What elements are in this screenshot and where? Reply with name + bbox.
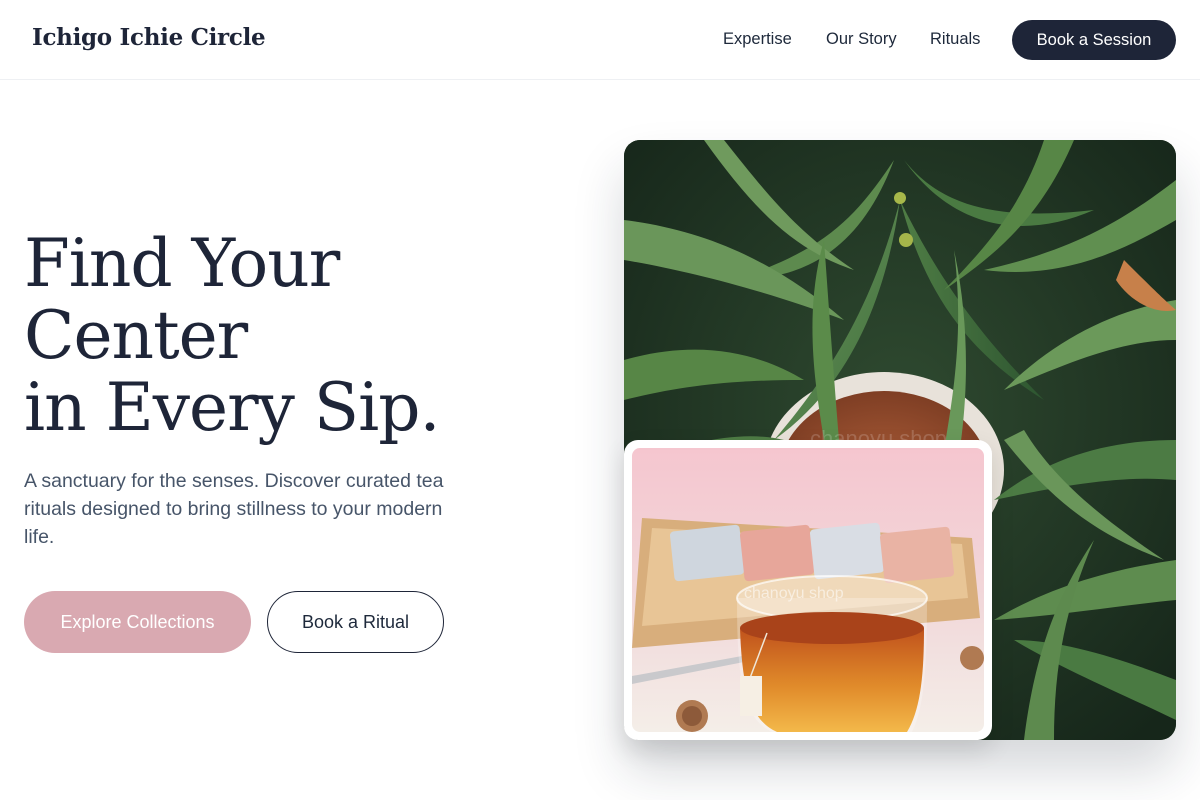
- hero-subtitle: A sanctuary for the senses. Discover cur…: [24, 470, 444, 548]
- explore-collections-button[interactable]: Explore Collections: [24, 591, 251, 653]
- nav-link-our-story[interactable]: Our Story: [826, 30, 897, 49]
- hero-title-line-3: in Every Sip.: [24, 369, 440, 446]
- brand-logo[interactable]: Ichigo Ichie Circle: [32, 24, 266, 51]
- nav-link-rituals[interactable]: Rituals: [930, 30, 980, 49]
- inset-photo-frame: chanoyu shop: [624, 440, 992, 740]
- hero-title-line-2: Center: [24, 297, 248, 374]
- nav-link-expertise[interactable]: Expertise: [723, 30, 792, 49]
- inset-photo-watermark: chanoyu shop: [744, 585, 844, 602]
- book-session-button[interactable]: Book a Session: [1012, 20, 1176, 60]
- hero-title: Find Your Center in Every Sip.: [24, 228, 544, 444]
- tea-glass-illustration: chanoyu shop: [632, 448, 984, 732]
- hero-title-line-1: Find Your: [24, 225, 340, 302]
- inset-photo-tea-glass: chanoyu shop: [632, 448, 984, 732]
- site-header: Ichigo Ichie Circle Expertise Our Story …: [0, 0, 1200, 80]
- book-ritual-button[interactable]: Book a Ritual: [267, 591, 444, 653]
